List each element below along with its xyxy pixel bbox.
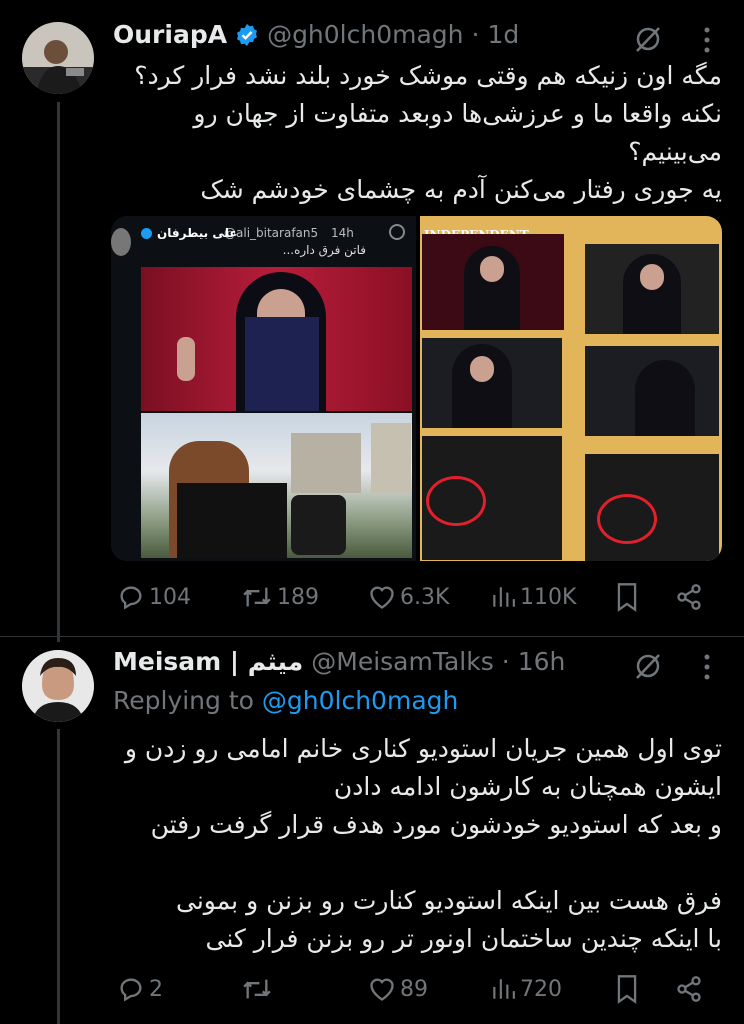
bookmark-icon [617,583,637,612]
bookmark-button[interactable] [615,974,639,1004]
reply-count: 104 [149,584,191,610]
tweet-media[interactable]: 14h @ali_bitarafan5 علی بیطرفان فاتن فرق… [111,216,722,561]
reply-button[interactable]: 2 [117,975,163,1003]
collage-frame-4 [585,346,719,436]
quoted-header: 14h @ali_bitarafan5 علی بیطرفان [111,222,416,256]
display-name[interactable]: OuriapA [113,20,227,49]
thread-line [57,102,60,642]
quoted-grok-icon [389,224,405,240]
tweet-line: می‌بینیم؟ [628,137,722,166]
share-icon [677,584,701,610]
media-image-right[interactable]: INDEPENDENT [420,216,722,561]
repost-icon [243,979,271,999]
avatar-image [22,22,94,94]
collage-frame-5 [422,436,562,560]
collage-frame-2 [585,244,719,334]
separator: · [501,647,510,676]
reply-count: 2 [149,976,163,1002]
quoted-time: 14h [331,226,354,240]
views-button[interactable]: 720 [490,975,562,1003]
more-icon[interactable] [700,26,714,58]
verified-badge-icon [235,23,259,47]
tweet-line: توی اول همین جریان استودیو کناری خانم ام… [124,734,722,763]
collage-frame-1 [422,234,564,330]
tweet-meisam[interactable]: Meisam | میثم @MeisamTalks · 16h Replyin… [0,637,744,1024]
quoted-text: فاتن فرق داره... [282,243,366,257]
bookmark-button[interactable] [615,582,639,612]
reply-icon [120,586,142,610]
replying-label: Replying to [113,686,254,715]
quoted-name: علی بیطرفان [157,226,238,240]
reply-button[interactable]: 104 [117,583,191,611]
avatar[interactable] [22,650,94,722]
quoted-handle: @ali_bitarafan5 [224,226,319,240]
repost-icon [243,587,271,607]
repost-button[interactable] [241,975,277,1003]
thread-line [57,729,60,1024]
like-button[interactable]: 89 [368,975,428,1003]
collage-frame-6 [585,454,719,561]
action-bar: 104 189 6.3K 110K [113,577,713,617]
views-count: 110K [520,584,577,610]
like-count: 89 [400,976,428,1002]
views-icon [493,587,515,607]
views-count: 720 [520,976,562,1002]
separator: · [471,20,480,49]
media-image-left[interactable]: 14h @ali_bitarafan5 علی بیطرفان فاتن فرق… [111,216,416,561]
tweet-header: Meisam | میثم @MeisamTalks · 16h [113,647,565,676]
timestamp[interactable]: 1d [487,20,519,49]
action-bar: 2 89 720 [113,969,713,1009]
photo-presenter [141,267,412,411]
quoted-avatar [111,228,131,256]
replying-to: Replying to @gh0lch0magh [113,686,458,715]
bookmark-icon [617,975,637,1004]
handle[interactable]: @gh0lch0magh [267,20,463,49]
collage-frame-3 [422,338,562,428]
reply-icon [120,978,142,1002]
display-name[interactable]: Meisam | میثم [113,647,303,676]
views-button[interactable]: 110K [490,583,576,611]
quoted-verified-icon [141,228,152,239]
share-button[interactable] [675,583,703,611]
tweet-line: ایشون همچنان به کارشون ادامه دادن [333,772,722,801]
tweet-header: OuriapA @gh0lch0magh · 1d [113,20,519,49]
avatar[interactable] [22,22,94,94]
tweet-ouriapa[interactable]: OuriapA @gh0lch0magh · 1d مگه اون زنیکه … [0,0,744,642]
tweet-line: نکنه واقعا ما و عرزشی‌ها دوبعد متفاوت از… [193,99,722,128]
tweet-line: با اینکه چندین ساختمان اونور تر رو بزنن … [205,924,722,953]
grok-icon[interactable] [633,24,663,58]
avatar-image [22,650,94,722]
like-icon [370,978,394,1001]
like-button[interactable]: 6.3K [368,583,449,611]
views-icon [493,979,515,999]
share-button[interactable] [675,975,703,1003]
tweet-line: مگه اون زنیکه هم وقتی موشک خورد بلند نشد… [134,61,722,90]
handle[interactable]: @MeisamTalks [311,647,494,676]
photo-street [141,413,412,558]
like-icon [370,586,394,609]
repost-count: 189 [277,584,319,610]
replying-mention-link[interactable]: @gh0lch0magh [262,686,458,715]
tweet-text: توی اول همین جریان استودیو کناری خانم ام… [122,730,722,958]
tweet-line: و بعد که استودیو خودشون مورد هدف قرار گر… [150,810,722,839]
more-icon[interactable] [700,653,714,685]
share-icon [677,976,701,1002]
like-count: 6.3K [400,584,450,610]
grok-icon[interactable] [633,651,663,685]
timestamp[interactable]: 16h [518,647,566,676]
repost-button[interactable]: 189 [241,583,319,611]
tweet-line: فرق هست بین اینکه استودیو کنارت رو بزنن … [176,886,722,915]
